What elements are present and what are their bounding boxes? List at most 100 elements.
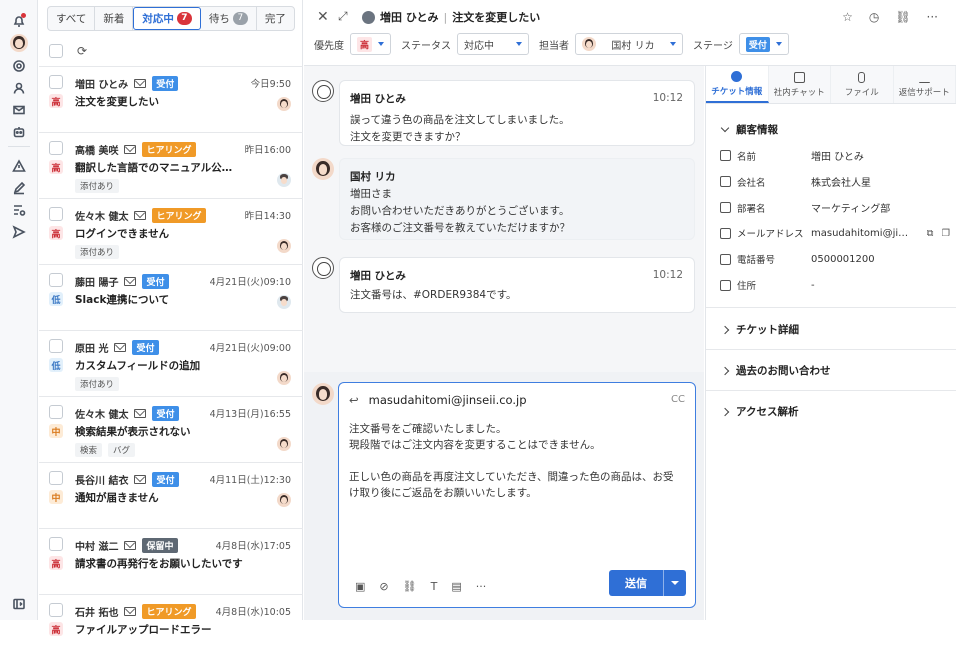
ticket-header: ✕ ⤢ 増田 ひとみ | 注文を変更したい ☆ ◷ ⛓ ··· 優先度 高 ステ… [304,0,956,66]
mail-icon [124,541,136,550]
send-options-dropdown[interactable] [664,581,686,585]
tab-files[interactable]: ファイル [831,66,894,103]
past-inquiries-toggle[interactable]: 過去のお問い合わせ [722,363,831,378]
warning-icon[interactable] [10,157,28,175]
ticket-tags: 添付あり [75,245,119,259]
list-item[interactable]: 高石井 拓也ヒアリング4月8日(水)10:05ファイルアップロードエラー [39,594,303,660]
tab-new[interactable]: 新着 [95,7,133,30]
ticket-time: 4月21日(火)09:00 [210,340,291,354]
status-tabs: すべて 新着 対応中7 待ち7 完了 [47,6,295,31]
ticket-subject: Slack連携について [75,292,169,307]
user-avatar[interactable] [10,34,28,52]
list-item[interactable]: 低原田 光受付4月21日(火)09:00カスタムフィールドの追加添付あり [39,330,303,396]
message-sender: 増田 ひとみ [350,91,684,106]
tab-internal-chat[interactable]: 社内チャット [769,66,832,103]
send-icon[interactable] [10,223,28,241]
close-icon[interactable]: ✕ [317,9,329,25]
reply-composer[interactable]: ↩ masudahitomi@jinseii.co.jp CC 注文番号をご確認… [338,382,696,608]
requester: 佐々木 健太ヒアリング [75,208,206,223]
copy-icon[interactable]: ❐ [941,228,950,239]
item-checkbox[interactable] [49,207,63,221]
requester-name: 長谷川 結衣 [75,472,128,487]
open-external-icon[interactable]: ⧉ [927,228,934,239]
bell-icon[interactable] [10,12,28,30]
ticket-time: 4月8日(水)10:05 [216,604,291,618]
clock-icon[interactable]: ◷ [869,10,879,24]
ticket-fields: 優先度 高 ステータス 対応中 担当者 国村 リカ ステージ 受付 [314,33,799,55]
list-item[interactable]: 低藤田 陽子受付4月21日(火)09:10Slack連携について [39,264,303,330]
template-icon[interactable]: ▤ [451,580,461,593]
message-body: 誤って違う色の商品を注文してしまいました。 注文を変更できますか？ [350,112,684,146]
item-checkbox[interactable] [49,141,63,155]
list-item[interactable]: 中佐々木 健太受付4月13日(月)16:55検索結果が表示されない検索バグ [39,396,303,462]
inbox-icon[interactable] [10,57,28,75]
info-icon [731,71,742,82]
status-value: 対応中 [464,37,494,52]
text-format-icon[interactable]: T [431,580,438,593]
cc-button[interactable]: CC [671,394,685,405]
item-checkbox[interactable] [49,603,63,617]
field-icon [720,150,731,161]
reply-body[interactable]: 注文番号をご確認いたしました。 現段階ではご注文内容を変更することはできません。… [349,421,673,501]
priority-select[interactable]: 高 [350,33,391,55]
requester-name: 増田 ひとみ [75,76,128,91]
attach-icon[interactable]: ⊘ [379,580,388,593]
item-checkbox[interactable] [49,405,63,419]
select-all-checkbox[interactable] [49,44,63,58]
list-item[interactable]: 高増田 ひとみ受付今日9:50注文を変更したい [39,66,303,132]
ticket-subject: ログインできません [75,226,169,241]
expand-icon[interactable]: ⤢ [338,9,348,24]
send-button[interactable]: 送信 [609,570,686,596]
refresh-icon[interactable]: ⟳ [77,44,87,58]
image-icon[interactable]: ▣ [355,580,365,593]
tag: バグ [108,443,135,457]
stage-select[interactable]: 受付 [739,33,789,55]
collapse-sidebar-icon[interactable] [10,595,28,613]
field-label: 名前 [737,149,811,163]
access-analytics-toggle[interactable]: アクセス解析 [722,404,798,419]
assignee-avatar [277,295,291,309]
person-icon[interactable] [10,79,28,97]
list-item[interactable]: 高高橋 美咲ヒアリング昨日16:00翻訳した言語でのマニュアル公…添付あり [39,132,303,198]
chat-icon [794,72,805,83]
status-select[interactable]: 対応中 [457,33,529,55]
item-checkbox[interactable] [49,537,63,551]
mail-icon[interactable] [10,101,28,119]
tab-reply-support[interactable]: 返信サポート [894,66,956,103]
link-icon[interactable]: ⛓ [895,10,910,24]
more-icon[interactable]: ··· [476,580,487,593]
priority-value: 高 [357,37,372,52]
customer-avatar [312,257,334,279]
section-title: チケット詳細 [736,322,799,337]
field-value: 0500001200 [811,254,875,265]
item-checkbox[interactable] [49,339,63,353]
customer-info-toggle[interactable]: 顧客情報 [722,122,778,137]
ticket-details-toggle[interactable]: チケット詳細 [722,322,799,337]
ticket-subject: 検索結果が表示されない [75,424,191,439]
tab-count: 7 [233,12,248,25]
ticket-subject: 請求書の再発行をお願いしたいです [75,556,243,571]
item-checkbox[interactable] [49,273,63,287]
edit-icon[interactable] [10,179,28,197]
routing-icon[interactable] [10,201,28,219]
list-item[interactable]: 高中村 滋二保留中4月8日(水)17:05請求書の再発行をお願いしたいです [39,528,303,594]
assignee-avatar [277,173,291,187]
bot-icon[interactable] [10,123,28,141]
star-icon[interactable]: ☆ [842,10,853,24]
ticket-time: 4月11日(土)12:30 [210,472,291,486]
tab-waiting[interactable]: 待ち7 [201,7,257,30]
tag: 検索 [75,443,102,457]
more-icon[interactable]: ··· [927,10,938,24]
item-checkbox[interactable] [49,75,63,89]
chevron-down-icon [671,581,679,585]
tab-all[interactable]: すべて [48,7,95,30]
tab-ticket-info[interactable]: チケット情報 [706,66,769,103]
tab-done[interactable]: 完了 [257,7,294,30]
link-icon[interactable]: ⛓ [403,580,417,593]
tab-in-progress[interactable]: 対応中7 [133,7,201,30]
item-checkbox[interactable] [49,471,63,485]
list-item[interactable]: 中長谷川 結衣受付4月11日(土)12:30通知が届きません [39,462,303,528]
assignee-select[interactable]: 国村 リカ [575,33,683,55]
title-separator: | [444,11,448,24]
list-item[interactable]: 高佐々木 健太ヒアリング昨日14:30ログインできません添付あり [39,198,303,264]
